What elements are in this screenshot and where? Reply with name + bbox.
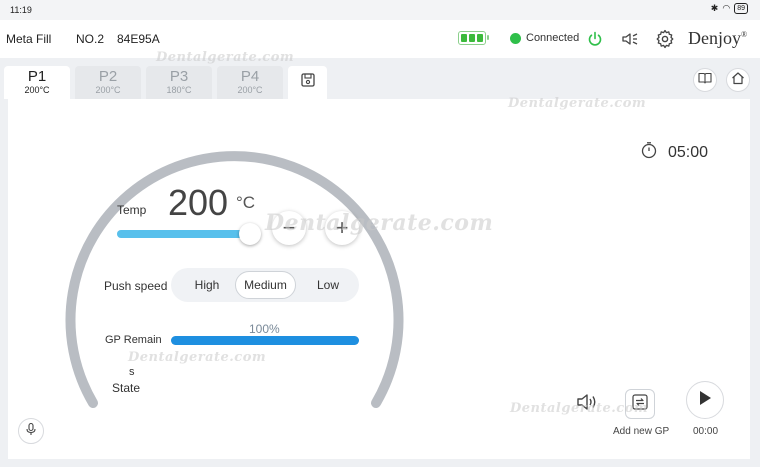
minus-icon: − [282, 215, 296, 240]
play-button[interactable] [686, 381, 724, 419]
timer-value: 05:00 [668, 143, 709, 161]
refill-cycle-icon [631, 393, 649, 416]
push-speed-label: Push speed [104, 279, 168, 293]
speed-low-option[interactable]: Low [298, 271, 358, 299]
temp-increase-button[interactable]: + [325, 211, 359, 245]
state-label: State [112, 381, 141, 395]
temp-unit: °C [236, 193, 256, 212]
temp-slider-handle[interactable] [239, 223, 261, 245]
voice-button[interactable] [18, 418, 44, 444]
play-icon [697, 389, 713, 412]
stopwatch-icon [640, 141, 658, 164]
gp-remain-percent: 100% [249, 322, 280, 336]
temp-label: Temp [117, 203, 147, 217]
temp-decrease-button[interactable]: − [272, 211, 306, 245]
temp-slider[interactable] [117, 230, 257, 238]
speed-high-option[interactable]: High [177, 271, 237, 299]
speed-medium-option[interactable]: Medium [235, 271, 296, 299]
push-speed-selector: High Medium Low [171, 268, 359, 302]
microphone-icon [24, 422, 38, 441]
play-elapsed-time: 00:00 [693, 426, 719, 437]
temp-value: 200 [168, 182, 229, 223]
timer: 05:00 [640, 141, 708, 164]
gp-remain-label: GP Remain [105, 334, 162, 346]
temp-slider-fill [117, 230, 250, 238]
plus-icon: + [335, 215, 349, 240]
sound-button[interactable] [572, 389, 602, 419]
speaker-icon [575, 390, 599, 419]
add-new-gp-label: Add new GP [613, 426, 670, 437]
gp-remain-fill [171, 336, 359, 345]
state-seconds-unit: s [129, 366, 135, 378]
gp-remain-bar [171, 336, 359, 345]
add-new-gp-button[interactable] [625, 389, 655, 419]
